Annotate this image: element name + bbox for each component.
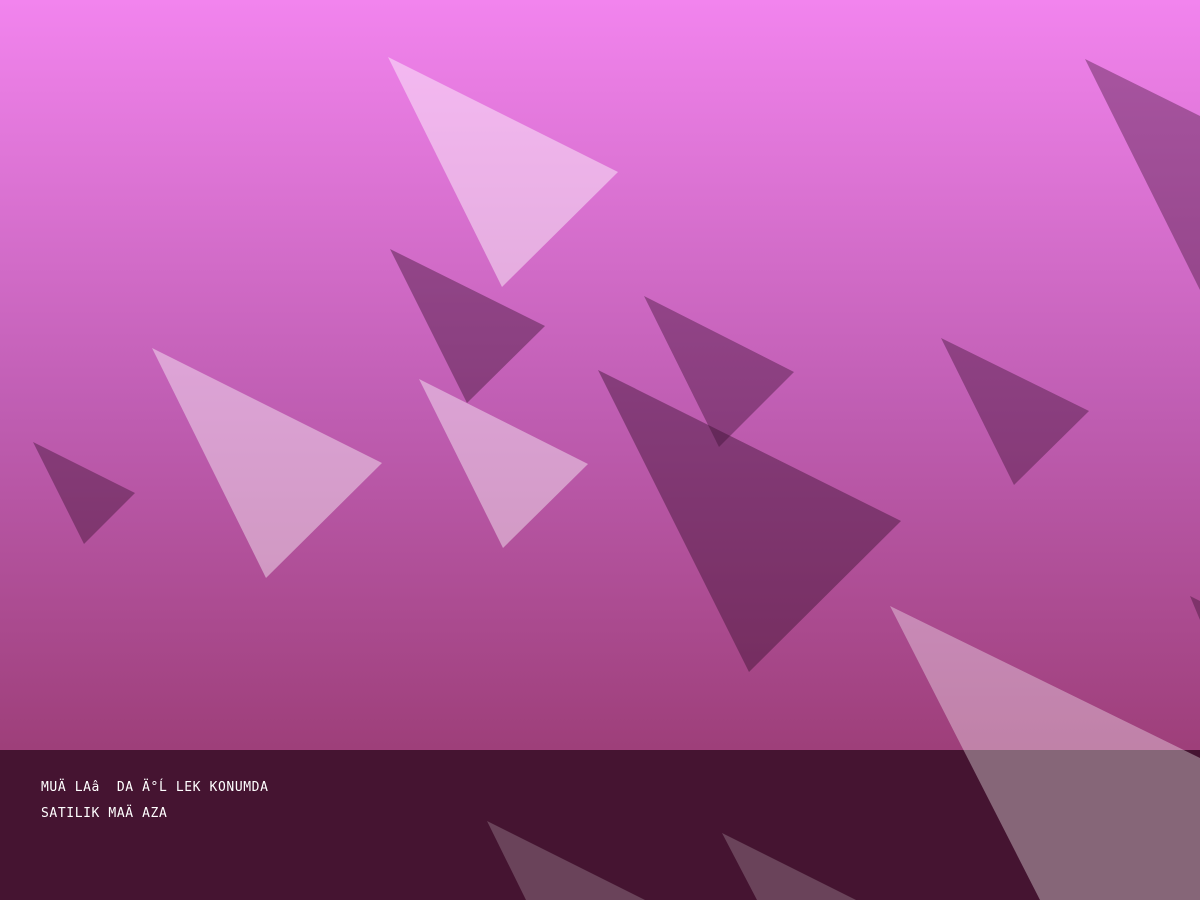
light-triangle: [419, 379, 588, 548]
light-triangle: [152, 348, 382, 578]
dark-triangle: [1085, 59, 1200, 290]
light-triangle: [388, 57, 618, 287]
dark-triangle: [1190, 596, 1200, 620]
caption-line-1: MUÄ LAâ DA Ä°Ĺ LEK KONUMDA: [41, 780, 269, 795]
caption-line-2: SATILIK MAÄ AZA: [41, 806, 168, 821]
dark-triangle: [941, 338, 1089, 485]
dark-triangle: [33, 442, 135, 544]
dark-triangle: [390, 249, 545, 403]
caption-panel: MUÄ LAâ DA Ä°Ĺ LEK KONUMDA SATILIK MAÄ A…: [0, 750, 1200, 900]
